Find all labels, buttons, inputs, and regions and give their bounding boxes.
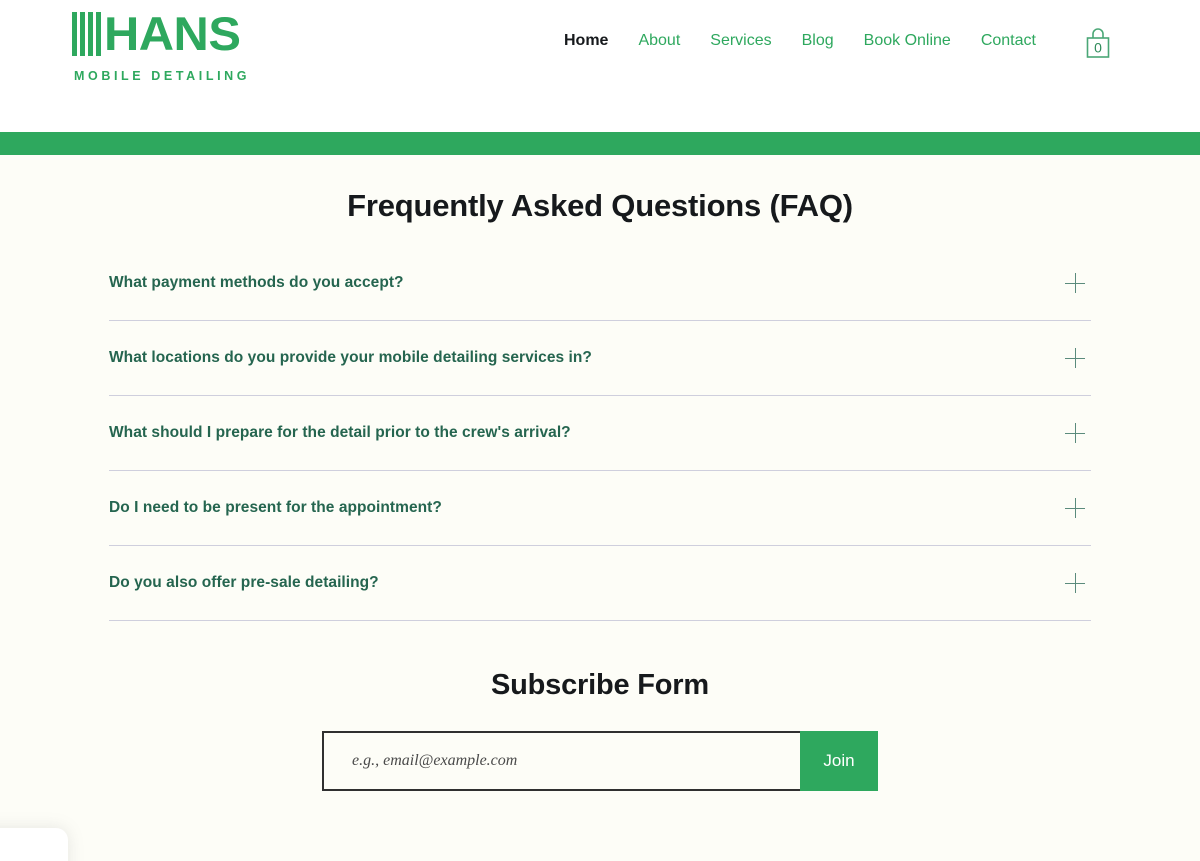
site-logo[interactable]: HANS MOBILE DETAILING	[72, 8, 372, 83]
faq-row-payment-methods[interactable]: What payment methods do you accept?	[109, 246, 1091, 320]
join-button[interactable]: Join	[800, 731, 878, 791]
faq-row-locations[interactable]: What locations do you provide your mobil…	[109, 321, 1091, 395]
nav-item-contact[interactable]: Contact	[966, 32, 1051, 50]
logo-tagline: MOBILE DETAILING	[74, 69, 251, 83]
nav-item-blog[interactable]: Blog	[787, 32, 849, 50]
faq-question: What locations do you provide your mobil…	[109, 349, 592, 366]
faq-question: What payment methods do you accept?	[109, 274, 404, 291]
logo-brand-name: HANS	[104, 7, 241, 60]
faq-item: Do you also offer pre-sale detailing?	[109, 546, 1091, 621]
faq-divider	[109, 620, 1091, 621]
plus-icon[interactable]	[1065, 423, 1085, 443]
nav-item-book-online[interactable]: Book Online	[849, 32, 966, 50]
faq-row-prepare-detail[interactable]: What should I prepare for the detail pri…	[109, 396, 1091, 470]
nav-item-about[interactable]: About	[623, 32, 695, 50]
faq-accordion: What payment methods do you accept? What…	[109, 224, 1091, 621]
plus-icon[interactable]	[1065, 273, 1085, 293]
faq-item: What should I prepare for the detail pri…	[109, 396, 1091, 471]
shopping-bag-icon: 0	[1086, 28, 1110, 58]
plus-icon[interactable]	[1065, 573, 1085, 593]
email-input[interactable]	[322, 731, 800, 791]
page-root: HANS MOBILE DETAILING Home About Service…	[0, 0, 1200, 861]
logo-wordmark: HANS	[72, 8, 372, 60]
faq-question: What should I prepare for the detail pri…	[109, 424, 571, 441]
faq-question: Do you also offer pre-sale detailing?	[109, 574, 379, 591]
cart-button[interactable]: 0	[1083, 25, 1113, 63]
green-accent-band	[0, 132, 1200, 155]
logo-bars-icon	[72, 12, 101, 56]
faq-row-pre-sale-detailing[interactable]: Do you also offer pre-sale detailing?	[109, 546, 1091, 620]
chat-widget-stub[interactable]	[0, 828, 68, 861]
faq-row-be-present[interactable]: Do I need to be present for the appointm…	[109, 471, 1091, 545]
plus-icon[interactable]	[1065, 498, 1085, 518]
site-header: HANS MOBILE DETAILING Home About Service…	[0, 0, 1200, 132]
subscribe-section-title: Subscribe Form	[491, 669, 709, 701]
plus-icon[interactable]	[1065, 348, 1085, 368]
main-navigation: Home About Services Blog Book Online Con…	[560, 32, 1051, 50]
faq-item: What locations do you provide your mobil…	[109, 321, 1091, 396]
faq-question: Do I need to be present for the appointm…	[109, 499, 442, 516]
faq-section-title: Frequently Asked Questions (FAQ)	[347, 188, 853, 223]
nav-item-home[interactable]: Home	[560, 32, 623, 50]
cart-count: 0	[1094, 40, 1102, 56]
faq-item: Do I need to be present for the appointm…	[109, 471, 1091, 546]
nav-item-services[interactable]: Services	[695, 32, 786, 50]
subscribe-form: Join	[322, 731, 878, 791]
main-content: Frequently Asked Questions (FAQ) What pa…	[0, 155, 1200, 791]
faq-item: What payment methods do you accept?	[109, 246, 1091, 321]
